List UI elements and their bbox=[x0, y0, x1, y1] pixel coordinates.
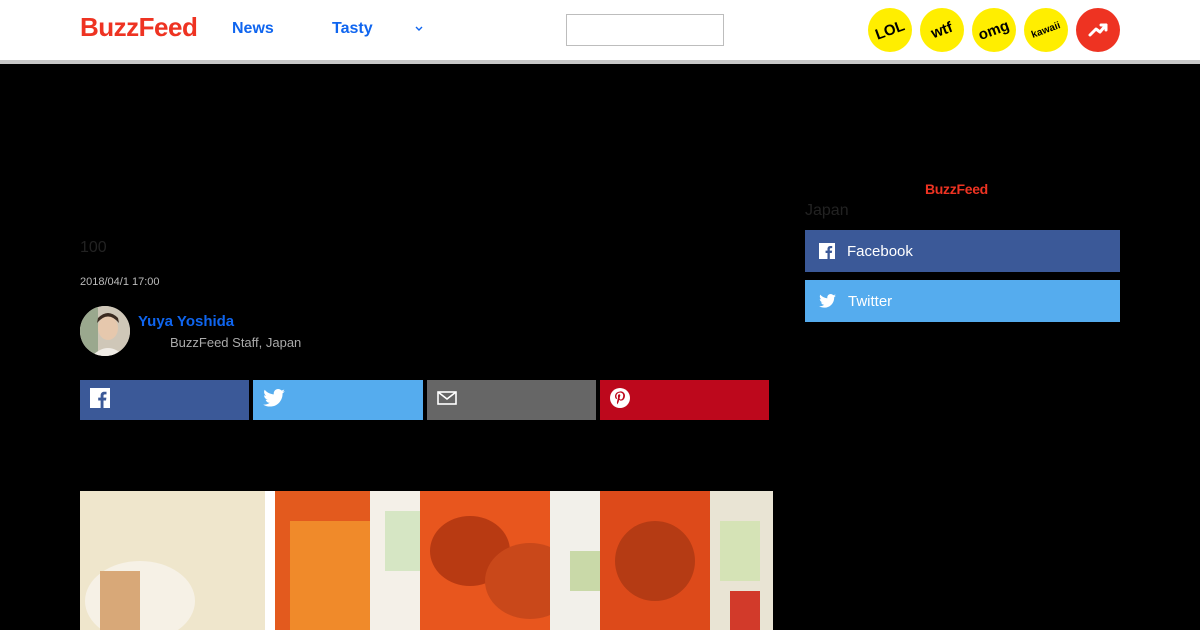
article-title: 100 bbox=[80, 239, 107, 256]
kawaii-badge-icon[interactable]: kawaii bbox=[1024, 8, 1068, 52]
follow-facebook-button[interactable]: Facebook bbox=[805, 230, 1120, 272]
trending-arrow-icon[interactable] bbox=[1076, 8, 1120, 52]
share-email-button[interactable] bbox=[427, 380, 596, 420]
author-name[interactable]: Yuya Yoshida bbox=[138, 313, 234, 330]
omg-badge-icon[interactable]: omg bbox=[972, 8, 1016, 52]
pinterest-icon bbox=[610, 387, 630, 413]
wtf-badge-icon[interactable]: wtf bbox=[920, 8, 964, 52]
follow-twitter-label: Twitter bbox=[848, 292, 893, 310]
facebook-icon bbox=[90, 387, 110, 413]
nav-link-tasty[interactable]: Tasty bbox=[332, 20, 373, 38]
facebook-icon bbox=[819, 243, 835, 259]
article-hero-image bbox=[80, 491, 773, 630]
chevron-down-icon[interactable] bbox=[413, 22, 427, 36]
share-twitter-button[interactable] bbox=[253, 380, 423, 420]
twitter-icon bbox=[263, 388, 285, 412]
share-pinterest-button[interactable] bbox=[600, 380, 769, 420]
avatar[interactable] bbox=[80, 306, 130, 356]
article-date: 2018/04/1 17:00 bbox=[80, 276, 160, 288]
nav-link-news[interactable]: News bbox=[232, 20, 274, 38]
search-input[interactable] bbox=[566, 14, 724, 46]
author-role: BuzzFeed Staff, Japan bbox=[170, 335, 302, 350]
follow-facebook-label: Facebook bbox=[847, 242, 913, 260]
header-divider bbox=[0, 60, 1200, 64]
mail-icon bbox=[437, 390, 457, 411]
sidebar-label: Japan bbox=[805, 202, 849, 219]
follow-twitter-button[interactable]: Twitter bbox=[805, 280, 1120, 322]
sidebar-buzzfeed-logo[interactable]: BuzzFeed bbox=[925, 181, 988, 197]
buzzfeed-logo[interactable]: BuzzFeed bbox=[80, 12, 198, 43]
site-header: BuzzFeed News Tasty LOL wtf omg kawaii bbox=[0, 0, 1200, 60]
share-facebook-button[interactable] bbox=[80, 380, 249, 420]
lol-badge-icon[interactable]: LOL bbox=[868, 8, 912, 52]
twitter-icon bbox=[819, 294, 836, 308]
